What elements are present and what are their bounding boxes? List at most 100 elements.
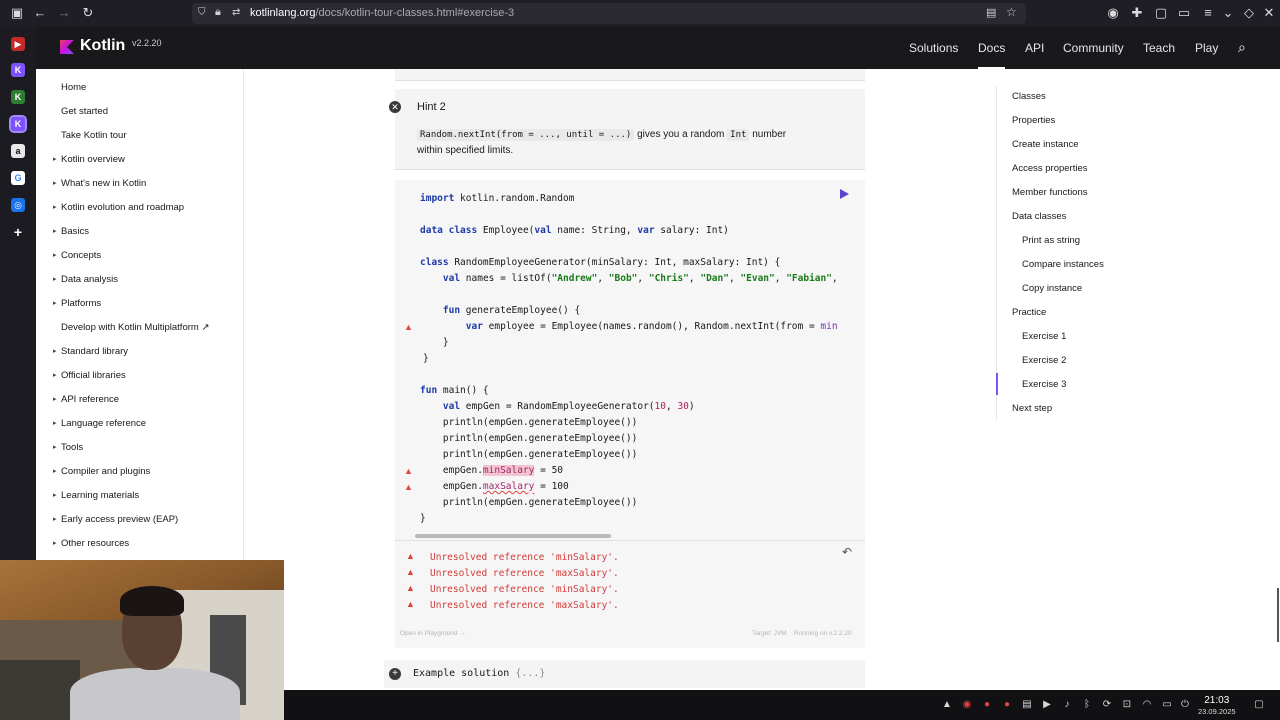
code-line[interactable]: fun main() { [420, 385, 489, 396]
code-line[interactable]: println(empGen.generateEmployee()) [420, 433, 637, 444]
toc-item[interactable]: Classes [1012, 91, 1046, 102]
nav-docs[interactable]: Docs [978, 27, 1006, 69]
run-button[interactable] [840, 189, 849, 199]
sidebar-item-tools[interactable]: Tools [61, 442, 83, 453]
chevron-right-icon[interactable]: ▸ [53, 299, 57, 307]
shield-icon[interactable]: ⛉ [198, 7, 206, 18]
chevron-right-icon[interactable]: ▸ [53, 419, 57, 427]
tray-bluetooth-icon[interactable]: ᛒ [1081, 699, 1093, 711]
sidebar-item-learning[interactable]: Learning materials [61, 490, 139, 501]
toc-item[interactable]: Member functions [1012, 187, 1088, 198]
sidebar-item-language-reference[interactable]: Language reference [61, 418, 146, 429]
nav-community[interactable]: Community [1063, 27, 1124, 69]
brand-name[interactable]: Kotlin [80, 37, 125, 55]
code-line[interactable]: var employee = Employee(names.random(), … [420, 321, 860, 332]
restore-icon[interactable]: ◇ [1242, 6, 1256, 20]
open-in-playground-link[interactable]: Open in Playground → [400, 630, 466, 637]
code-line[interactable]: fun generateEmployee() { [420, 305, 580, 316]
chevron-right-icon[interactable]: ▸ [53, 203, 57, 211]
sidebar-item-kotlin-tour[interactable]: Take Kotlin tour [61, 130, 126, 141]
tray-clipboard-icon[interactable]: ▤ [1021, 699, 1033, 711]
code-line[interactable]: val empGen = RandomEmployeeGenerator(10,… [420, 401, 695, 412]
close-window-icon[interactable]: ✕ [1262, 6, 1276, 20]
code-line[interactable]: } [420, 337, 449, 348]
reload-icon[interactable]: ↻ [81, 6, 95, 20]
chevron-right-icon[interactable]: ▸ [53, 347, 57, 355]
sidebar-item-overview[interactable]: Kotlin overview [61, 154, 125, 165]
tray-media-icon[interactable]: ▶ [1041, 699, 1053, 711]
toc-item[interactable]: Print as string [1022, 235, 1080, 246]
tray-volume-icon[interactable]: ♪ [1061, 699, 1073, 711]
sidebar-item-api-reference[interactable]: API reference [61, 394, 119, 405]
menu-icon[interactable]: ≡ [1201, 6, 1215, 20]
sidebar-item-home[interactable]: Home [61, 82, 86, 93]
lock-icon[interactable]: 🔒︎ [215, 6, 221, 19]
reader-view-icon[interactable]: ▤ [986, 6, 996, 19]
bookmark-star-icon[interactable]: ☆ [1006, 5, 1017, 19]
tray-recorder-icon[interactable]: ◉ [961, 699, 973, 711]
toc-item[interactable]: Next step [1012, 403, 1052, 414]
tray-lock-icon[interactable]: ⊡ [1121, 699, 1133, 711]
taskbar-clock[interactable]: 21:03 23.09.2025 [1198, 695, 1236, 717]
error-reference[interactable]: minSalary [482, 465, 535, 476]
sidebar-toggle-icon[interactable]: ▣ [10, 6, 24, 20]
sidebar-item-stdlib[interactable]: Standard library [61, 346, 128, 357]
error-reference[interactable]: maxSalary [483, 481, 534, 492]
sidebar-item-basics[interactable]: Basics [61, 226, 89, 237]
google-tab-icon[interactable]: G [11, 171, 25, 185]
sidebar-item-roadmap[interactable]: Kotlin evolution and roadmap [61, 202, 184, 213]
warning-icon[interactable]: ▲ [404, 322, 414, 332]
app-tab-icon[interactable]: ◎ [11, 198, 25, 212]
tray-record-icon[interactable]: ● [1001, 699, 1013, 711]
toc-item[interactable]: Practice [1012, 307, 1046, 318]
sidebar-item-get-started[interactable]: Get started [61, 106, 108, 117]
chevron-right-icon[interactable]: ▸ [53, 227, 57, 235]
tray-arrow-icon[interactable]: ▲ [941, 699, 953, 711]
version-label[interactable]: v2.2.20 [132, 38, 162, 48]
toc-item[interactable]: Properties [1012, 115, 1055, 126]
horizontal-scrollbar[interactable] [415, 534, 611, 538]
code-line[interactable]: println(empGen.generateEmployee()) [420, 449, 637, 460]
toc-item[interactable]: Access properties [1012, 163, 1088, 174]
warning-icon[interactable]: ▲ [404, 482, 414, 492]
show-desktop-icon[interactable]: ▢ [1253, 699, 1265, 711]
toc-item[interactable]: Exercise 2 [1022, 355, 1066, 366]
sidebar-item-multiplatform[interactable]: Develop with Kotlin Multiplatform ↗ [61, 322, 209, 333]
nav-solutions[interactable]: Solutions [909, 27, 958, 69]
new-tab-icon[interactable]: + [11, 225, 25, 239]
chevron-right-icon[interactable]: ▸ [53, 371, 57, 379]
code-line[interactable]: data class Employee(val name: String, va… [420, 225, 729, 236]
chevron-right-icon[interactable]: ▸ [53, 395, 57, 403]
toc-item[interactable]: Copy instance [1022, 283, 1082, 294]
address-bar[interactable]: ⛉ 🔒︎ ⇄ kotlinlang.org/docs/kotlin-tour-c… [192, 3, 1026, 24]
chevron-right-icon[interactable]: ▸ [53, 467, 57, 475]
chevron-right-icon[interactable]: ▸ [53, 275, 57, 283]
forward-icon[interactable]: → [57, 6, 71, 20]
toc-item[interactable]: Data classes [1012, 211, 1066, 222]
nav-api[interactable]: API [1025, 27, 1044, 69]
hint-title[interactable]: Hint 2 [417, 101, 446, 113]
chevron-right-icon[interactable]: ▸ [53, 443, 57, 451]
sidebar-item-whats-new[interactable]: What's new in Kotlin [61, 178, 146, 189]
page-scrollbar[interactable] [1277, 588, 1279, 642]
code-line[interactable]: println(empGen.generateEmployee()) [420, 497, 637, 508]
code-line[interactable]: empGen.maxSalary = 100 [420, 481, 569, 492]
code-line[interactable]: println(empGen.generateEmployee()) [420, 417, 637, 428]
code-line[interactable]: class RandomEmployeeGenerator(minSalary:… [420, 257, 780, 268]
screen-icon[interactable]: ▭ [1177, 6, 1191, 20]
toc-item[interactable]: Exercise 1 [1022, 331, 1066, 342]
toc-item-active[interactable]: Exercise 3 [1022, 379, 1066, 390]
kotlin-green-tab-icon[interactable]: K [11, 90, 25, 104]
account-icon[interactable]: ◉ [1106, 6, 1120, 20]
chevron-right-icon[interactable]: ▸ [53, 539, 57, 547]
nav-play[interactable]: Play [1195, 27, 1218, 69]
tray-power-icon[interactable]: ⏻ [1179, 699, 1191, 711]
tray-record-icon[interactable]: ● [981, 699, 993, 711]
toc-item[interactable]: Create instance [1012, 139, 1079, 150]
toc-item[interactable]: Compare instances [1022, 259, 1104, 270]
chevron-right-icon[interactable]: ▸ [53, 491, 57, 499]
code-line[interactable]: empGen.minSalary = 50 [420, 465, 563, 476]
code-line[interactable]: import kotlin.random.Random [420, 193, 574, 204]
sidebar-item-eap[interactable]: Early access preview (EAP) [61, 514, 178, 525]
minimize-icon[interactable]: ⌄ [1221, 6, 1235, 20]
